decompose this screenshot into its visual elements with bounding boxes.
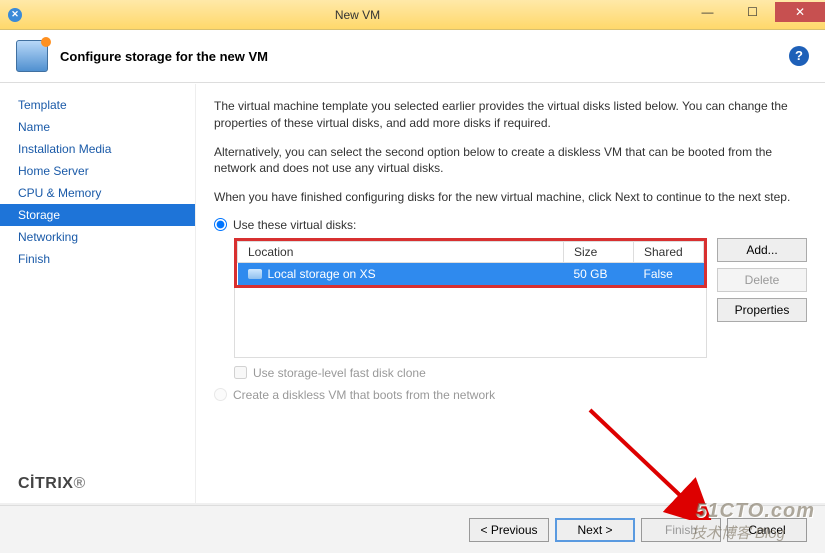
maximize-button[interactable]: ☐ [730, 2, 775, 22]
next-button[interactable]: Next > [555, 518, 635, 542]
cell-shared: False [634, 262, 704, 285]
fast-clone-label: Use storage-level fast disk clone [253, 366, 426, 380]
previous-button[interactable]: < Previous [469, 518, 549, 542]
window-title: New VM [30, 8, 685, 22]
fast-clone-input [234, 366, 247, 379]
cell-location: Local storage on XS [268, 267, 376, 281]
sidebar-item-networking[interactable]: Networking [0, 226, 195, 248]
disk-area: Location Size Shared Local storage [234, 238, 807, 358]
radio-use-disks-label: Use these virtual disks: [233, 218, 356, 232]
disk-table: Location Size Shared Local storage [237, 241, 704, 285]
window-controls: ― ☐ ✕ [685, 7, 825, 22]
intro-paragraph-2: Alternatively, you can select the second… [214, 144, 807, 178]
radio-use-disks[interactable]: Use these virtual disks: [214, 218, 807, 232]
wizard-body: Template Name Installation Media Home Se… [0, 83, 825, 503]
sidebar-item-template[interactable]: Template [0, 94, 195, 116]
intro-paragraph-3: When you have finished configuring disks… [214, 189, 807, 206]
radio-use-disks-input[interactable] [214, 218, 227, 231]
sidebar-item-installation-media[interactable]: Installation Media [0, 138, 195, 160]
sidebar-item-name[interactable]: Name [0, 116, 195, 138]
wizard-sidebar: Template Name Installation Media Home Se… [0, 84, 195, 503]
disk-icon [248, 269, 262, 279]
cell-size: 50 GB [564, 262, 634, 285]
sidebar-item-finish[interactable]: Finish [0, 248, 195, 270]
disk-table-empty-area[interactable] [234, 288, 707, 358]
radio-diskless-label: Create a diskless VM that boots from the… [233, 388, 495, 402]
help-icon[interactable]: ? [789, 46, 809, 66]
disk-buttons: Add... Delete Properties [717, 238, 807, 358]
radio-diskless: Create a diskless VM that boots from the… [214, 388, 807, 402]
minimize-button[interactable]: ― [685, 2, 730, 22]
wizard-content: The virtual machine template you selecte… [195, 84, 825, 503]
close-button[interactable]: ✕ [775, 2, 825, 22]
disk-table-highlight: Location Size Shared Local storage [234, 238, 707, 288]
fast-clone-checkbox: Use storage-level fast disk clone [234, 366, 807, 380]
wizard-footer: < Previous Next > Finish Cancel [0, 505, 825, 553]
col-shared[interactable]: Shared [634, 241, 704, 262]
add-button[interactable]: Add... [717, 238, 807, 262]
titlebar: ✕ New VM ― ☐ ✕ [0, 0, 825, 30]
col-size[interactable]: Size [564, 241, 634, 262]
sidebar-item-storage[interactable]: Storage [0, 204, 195, 226]
delete-button: Delete [717, 268, 807, 292]
intro-paragraph-1: The virtual machine template you selecte… [214, 98, 807, 132]
citrix-logo: CİTRIX® [18, 475, 86, 493]
finish-button: Finish [641, 518, 721, 542]
wizard-header: Configure storage for the new VM ? [0, 30, 825, 83]
sidebar-item-home-server[interactable]: Home Server [0, 160, 195, 182]
sidebar-item-cpu-memory[interactable]: CPU & Memory [0, 182, 195, 204]
table-row[interactable]: Local storage on XS 50 GB False [238, 262, 704, 285]
col-location[interactable]: Location [238, 241, 564, 262]
wizard-icon [16, 40, 48, 72]
properties-button[interactable]: Properties [717, 298, 807, 322]
radio-diskless-input [214, 388, 227, 401]
wizard-heading: Configure storage for the new VM [60, 49, 789, 64]
app-icon: ✕ [8, 8, 22, 22]
cancel-button[interactable]: Cancel [727, 518, 807, 542]
